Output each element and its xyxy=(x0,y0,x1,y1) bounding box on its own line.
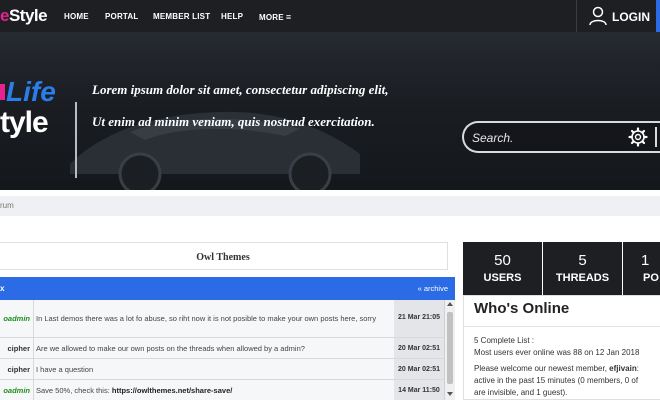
newest-member-text: Please welcome our newest member, efjiva… xyxy=(474,364,660,373)
nav-home[interactable]: HOME xyxy=(64,12,89,21)
hero-tagline-2: Ut enim ad minim veniam, quis nostrud ex… xyxy=(92,114,375,129)
shout-date: 20 Mar 02:51 xyxy=(394,359,444,379)
complete-list-link[interactable]: 5 Complete List : xyxy=(474,336,660,345)
logo-style-text: tyle xyxy=(0,106,49,139)
nav-portal[interactable]: PORTAL xyxy=(105,12,139,21)
brand-logo-accent: e xyxy=(0,6,9,25)
shout-user[interactable]: cipher xyxy=(0,365,30,374)
breadcrumb: rum xyxy=(0,196,660,216)
whos-online-divider xyxy=(464,326,660,327)
active-users-text: active in the past 15 minutes (0 members… xyxy=(474,376,639,385)
shout-message-link[interactable]: https://owlthemes.net/share-save/ xyxy=(112,386,232,395)
shout-message: In Last demos there was a lot fo abuse, … xyxy=(36,314,377,323)
site-logo: Life tyle xyxy=(0,76,70,156)
stat-threads-label: THREADS xyxy=(555,272,610,284)
nav-help[interactable]: HELP xyxy=(221,12,243,21)
logo-accent-mark xyxy=(0,84,5,100)
search-separator xyxy=(655,127,657,147)
stat-posts: 1 PO xyxy=(623,242,660,295)
stat-users-value: 50 xyxy=(494,252,511,269)
stat-posts-value: 1 xyxy=(641,252,650,269)
search-box xyxy=(462,121,660,153)
shoutbox-title: x xyxy=(0,284,5,293)
whos-online-title: Who's Online xyxy=(474,300,570,317)
logo-life-text: Life xyxy=(6,76,56,107)
column-separator xyxy=(33,359,34,379)
nav-member-list[interactable]: MEMBER LIST xyxy=(153,12,210,21)
hero-banner: Life tyle Lorem ipsum dolor sit amet, co… xyxy=(0,32,660,190)
newest-member-prefix: Please welcome our newest member, xyxy=(474,364,610,373)
hamburger-icon: ≡ xyxy=(285,12,292,22)
archive-link[interactable]: « archive xyxy=(418,284,448,293)
shout-date: 14 Mar 11:50 xyxy=(394,380,444,400)
stat-users-label: USERS xyxy=(483,272,522,284)
shout-message-text: Save 50%, check this: xyxy=(36,386,112,395)
shout-message: Are we allowed to make our own posts on … xyxy=(36,344,305,353)
login-button[interactable]: LOGIN xyxy=(576,0,656,32)
nav-more[interactable]: MORE ≡ xyxy=(259,12,291,22)
user-icon xyxy=(589,6,607,26)
shout-date: 20 Mar 02:51 xyxy=(394,338,444,358)
shout-user[interactable]: cipher xyxy=(0,344,30,353)
shout-user[interactable]: oadmin xyxy=(0,314,30,323)
shout-row: cipher Are we allowed to make our own po… xyxy=(0,338,444,359)
scroll-down-arrow-icon[interactable] xyxy=(447,392,453,396)
shout-message: Save 50%, check this: https://owlthemes.… xyxy=(36,385,386,396)
invisible-users-text: are invisible, and 1 guest). xyxy=(474,388,568,397)
shoutbox-header: x « archive xyxy=(0,277,455,300)
shout-date: 21 Mar 21:05 xyxy=(394,300,444,337)
stat-posts-label: PO xyxy=(643,272,659,284)
stat-threads-value: 5 xyxy=(578,252,587,269)
scroll-thumb[interactable] xyxy=(447,312,453,384)
brand-logo[interactable]: eStyle xyxy=(0,6,48,26)
newest-member-suffix: : xyxy=(636,364,639,373)
hero-divider xyxy=(75,102,77,178)
stat-users: 50 USERS xyxy=(463,242,542,295)
login-label: LOGIN xyxy=(612,10,650,24)
nav-more-label: MORE xyxy=(259,13,284,22)
shout-message: I have a question xyxy=(36,365,94,374)
shoutbox-list: oadmin In Last demos there was a lot fo … xyxy=(0,300,455,400)
column-separator xyxy=(33,300,34,337)
brand-logo-text: Style xyxy=(8,6,48,25)
gear-icon[interactable] xyxy=(628,127,648,147)
breadcrumb-forum-link[interactable]: rum xyxy=(0,201,14,210)
login-accent-bar xyxy=(656,0,660,32)
search-input[interactable] xyxy=(472,129,622,147)
stat-threads: 5 THREADS xyxy=(543,242,622,295)
column-separator xyxy=(33,338,34,358)
online-record-text: Most users ever online was 88 on 12 Jan … xyxy=(474,348,640,357)
hero-tagline-1: Lorem ipsum dolor sit amet, consectetur … xyxy=(92,82,389,97)
scroll-up-arrow-icon[interactable] xyxy=(447,302,453,306)
shout-row: oadmin Save 50%, check this: https://owl… xyxy=(0,380,444,400)
column-separator xyxy=(33,380,34,400)
shout-row: cipher I have a question 20 Mar 02:51 xyxy=(0,359,444,380)
panel-title-box: Owl Themes xyxy=(0,242,448,270)
newest-member-link[interactable]: efjivain xyxy=(609,364,637,373)
shoutbox-scrollbar[interactable] xyxy=(444,300,455,400)
shout-row: oadmin In Last demos there was a lot fo … xyxy=(0,300,444,338)
shout-user[interactable]: oadmin xyxy=(0,386,30,395)
top-navigation-bar: eStyle HOME PORTAL MEMBER LIST HELP MORE… xyxy=(0,0,660,32)
whos-online-panel: Who's Online 5 Complete List : Most user… xyxy=(463,295,660,400)
panel-title: Owl Themes xyxy=(196,252,250,263)
